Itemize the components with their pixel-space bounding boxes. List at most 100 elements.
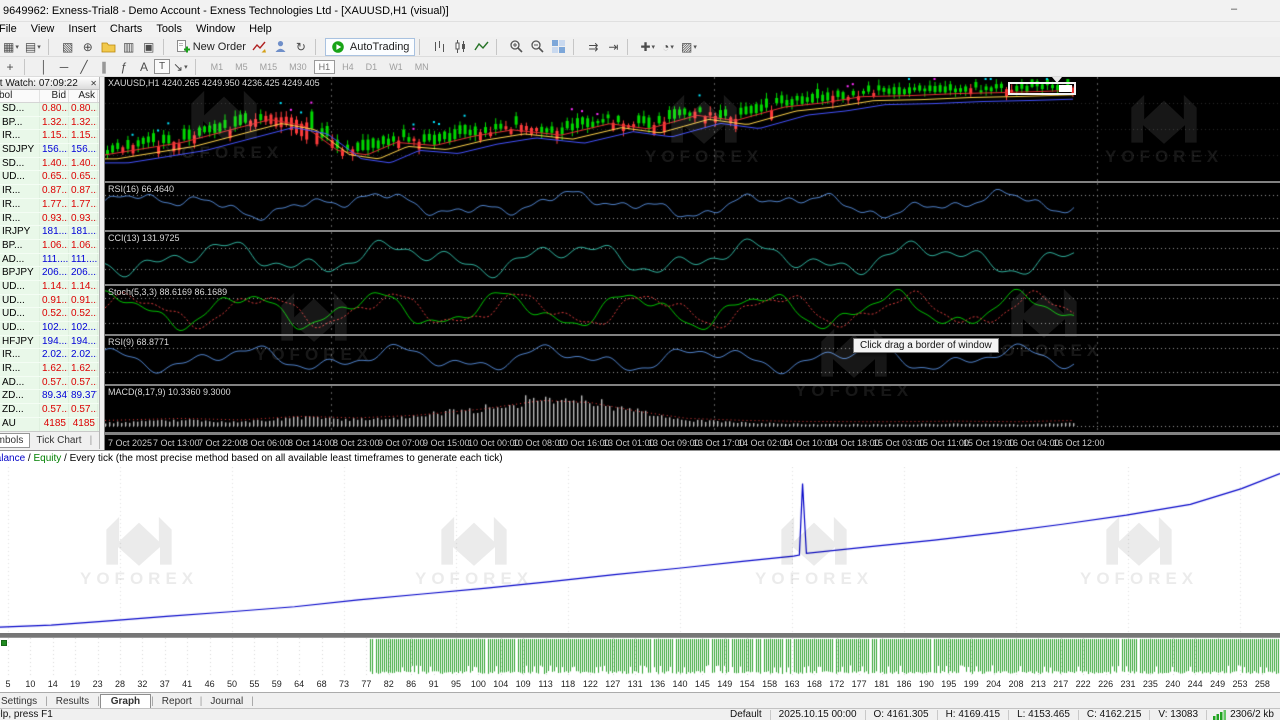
balance-graph-canvas[interactable] bbox=[0, 467, 1280, 633]
market-watch-row[interactable]: IR... 1.62... 1.62... bbox=[0, 363, 99, 377]
menu-view[interactable]: View bbox=[24, 22, 62, 37]
chart-shift-icon[interactable]: ⇥ bbox=[603, 38, 623, 56]
market-watch-row[interactable]: AU 4185 4185 bbox=[0, 417, 99, 431]
menu-window[interactable]: Window bbox=[189, 22, 242, 37]
cci-panel[interactable]: CCI(13) 131.9725 bbox=[105, 232, 1280, 284]
timeframe-mn[interactable]: MN bbox=[410, 60, 434, 74]
market-watch-row[interactable]: UD... 0.52... 0.52... bbox=[0, 308, 99, 322]
trendline-icon[interactable]: ╱ bbox=[74, 58, 94, 76]
print-icon[interactable]: ▤ ▾ bbox=[22, 38, 44, 56]
panel-splitter[interactable] bbox=[105, 334, 1280, 336]
candle-chart-type-icon[interactable] bbox=[450, 38, 471, 56]
menu-tools[interactable]: Tools bbox=[149, 22, 189, 37]
market-watch-row[interactable]: SDJPY 156.... 156.... bbox=[0, 144, 99, 158]
market-watch-row[interactable]: IR... 1.77... 1.77... bbox=[0, 198, 99, 213]
tick-histogram-canvas[interactable] bbox=[0, 638, 1280, 677]
cursor-mode-icon[interactable]: ⊕ bbox=[78, 38, 98, 56]
market-watch-row[interactable]: UD... 1.14... 1.14... bbox=[0, 280, 99, 295]
horizontal-line-icon[interactable]: ─ bbox=[54, 58, 74, 76]
market-watch-row[interactable]: BP... 1.06... 1.06... bbox=[0, 239, 99, 254]
zoom-in-icon[interactable] bbox=[506, 38, 527, 56]
market-watch-row[interactable]: UD... 0.65... 0.65... bbox=[0, 171, 99, 186]
market-watch-toggle-icon[interactable]: ▥ bbox=[119, 38, 139, 56]
equidistant-channel-icon[interactable]: ∥ bbox=[94, 58, 114, 76]
market-watch-row[interactable]: IR... 1.15... 1.15... bbox=[0, 130, 99, 145]
market-watch-row[interactable]: BPJPY 206.... 206.... bbox=[0, 267, 99, 281]
vertical-line-icon[interactable]: │ bbox=[34, 58, 54, 76]
market-watch-row[interactable]: IRJPY 181.... 181.... bbox=[0, 226, 99, 240]
panel-splitter[interactable] bbox=[105, 284, 1280, 286]
market-watch-row[interactable]: UD... 102.... 102.... bbox=[0, 322, 99, 336]
market-watch-row[interactable]: UD... 0.91... 0.91... bbox=[0, 294, 99, 309]
timeframe-h1[interactable]: H1 bbox=[313, 59, 336, 74]
selection-handle[interactable] bbox=[1059, 85, 1072, 92]
price-chart-panel[interactable]: XAUUSD,H1 4240.265 4249.950 4236.425 424… bbox=[105, 77, 1280, 181]
tab-tick-chart[interactable]: Tick Chart bbox=[30, 434, 87, 447]
bar-chart-type-icon[interactable] bbox=[429, 38, 450, 56]
market-watch-row[interactable]: ZD... 0.57... 0.57... bbox=[0, 404, 99, 418]
price-chart-canvas[interactable] bbox=[105, 77, 1280, 181]
panel-splitter[interactable] bbox=[105, 384, 1280, 386]
arrows-icon[interactable]: ↘ ▾ bbox=[170, 58, 191, 76]
menu-help[interactable]: Help bbox=[242, 22, 279, 37]
menu-charts[interactable]: Charts bbox=[103, 22, 149, 37]
rsi9-panel[interactable]: RSI(9) 68.8771 bbox=[105, 336, 1280, 384]
data-window-icon[interactable]: ▣ bbox=[139, 38, 159, 56]
market-watch-row[interactable]: IR... 0.93... 0.93... bbox=[0, 212, 99, 227]
tab-report[interactable]: Report bbox=[154, 695, 200, 708]
window-list-icon[interactable]: ▦ ▾ bbox=[0, 38, 22, 56]
time-axis[interactable]: 7 Oct 2025 7 Oct 13:00 7 Oct 22:00 8 Oct 06… bbox=[105, 434, 1280, 450]
periodicity-icon[interactable]: ◔ ▾ bbox=[658, 38, 678, 56]
timeframe-m1[interactable]: M1 bbox=[206, 60, 229, 74]
stoch-panel[interactable]: Stoch(5,3,3) 88.6169 86.1689 bbox=[105, 286, 1280, 334]
market-watch-row[interactable]: AD... 0.57... 0.57... bbox=[0, 376, 99, 391]
line-chart-type-icon[interactable] bbox=[471, 38, 492, 56]
panel-splitter[interactable] bbox=[105, 230, 1280, 232]
rsi16-panel[interactable]: RSI(16) 66.4640 bbox=[105, 183, 1280, 230]
tab-symbols[interactable]: Symbols bbox=[0, 433, 31, 448]
rsi16-canvas[interactable] bbox=[105, 183, 1280, 230]
text-label-icon[interactable]: T bbox=[154, 59, 170, 74]
autotrading-button[interactable]: AutoTrading bbox=[324, 37, 416, 56]
timeframe-d1[interactable]: D1 bbox=[361, 60, 383, 74]
minimize-button[interactable]: – bbox=[1224, 3, 1244, 19]
panel-splitter[interactable] bbox=[105, 432, 1280, 434]
market-watch-row[interactable]: HFJPY 194.... 194.... bbox=[0, 335, 99, 350]
market-watch-row[interactable]: AD... 111.... 111.... bbox=[0, 253, 99, 268]
market-watch-row[interactable]: IR... 0.87... 0.87... bbox=[0, 185, 99, 199]
timeframe-w1[interactable]: W1 bbox=[384, 60, 408, 74]
menu-file[interactable]: File bbox=[0, 22, 24, 37]
timeframe-m15[interactable]: M15 bbox=[255, 60, 283, 74]
add-indicator-icon[interactable]: ✚ ▾ bbox=[637, 38, 658, 56]
macd-panel[interactable]: MACD(8,17,9) 10.3360 9.3000 bbox=[105, 386, 1280, 432]
market-watch-row[interactable]: IR... 2.02... 2.02... bbox=[0, 349, 99, 364]
chart-selection-box[interactable] bbox=[1008, 82, 1076, 95]
zoom-out-icon[interactable] bbox=[527, 38, 548, 56]
crosshair-icon[interactable]: + bbox=[0, 58, 20, 76]
timeframe-m30[interactable]: M30 bbox=[284, 60, 312, 74]
navigator-icon[interactable]: ↻ bbox=[291, 38, 311, 56]
new-chart-icon[interactable]: ▧ bbox=[58, 38, 78, 56]
rsi9-canvas[interactable] bbox=[105, 336, 1280, 384]
new-order-button[interactable]: New Order bbox=[173, 38, 249, 56]
close-icon[interactable]: ✕ bbox=[90, 79, 97, 88]
menu-insert[interactable]: Insert bbox=[61, 22, 103, 37]
tile-windows-icon[interactable] bbox=[548, 38, 569, 56]
tab-results[interactable]: Results bbox=[48, 695, 97, 708]
timeframe-h4[interactable]: H4 bbox=[337, 60, 359, 74]
tab-settings[interactable]: Settings bbox=[0, 695, 45, 708]
tab-graph[interactable]: Graph bbox=[99, 693, 152, 709]
market-watch-row[interactable]: SD... 0.80... 0.80... bbox=[0, 103, 99, 117]
templates-icon[interactable]: ▨ ▾ bbox=[678, 38, 700, 56]
indicators-icon[interactable] bbox=[249, 38, 270, 56]
panel-splitter[interactable] bbox=[105, 181, 1280, 183]
market-watch-row[interactable]: SD... 1.40... 1.40... bbox=[0, 157, 99, 172]
profiles-icon[interactable] bbox=[98, 38, 119, 56]
market-watch-row[interactable]: BP... 1.32... 1.32... bbox=[0, 116, 99, 131]
tab-journal[interactable]: Journal bbox=[202, 695, 251, 708]
macd-canvas[interactable] bbox=[105, 386, 1280, 432]
cci-canvas[interactable] bbox=[105, 232, 1280, 284]
market-watch-row[interactable]: ZD...89.34789.377 bbox=[0, 390, 99, 405]
text-icon[interactable]: A bbox=[134, 58, 154, 76]
fibonacci-icon[interactable]: ƒ bbox=[114, 58, 134, 76]
